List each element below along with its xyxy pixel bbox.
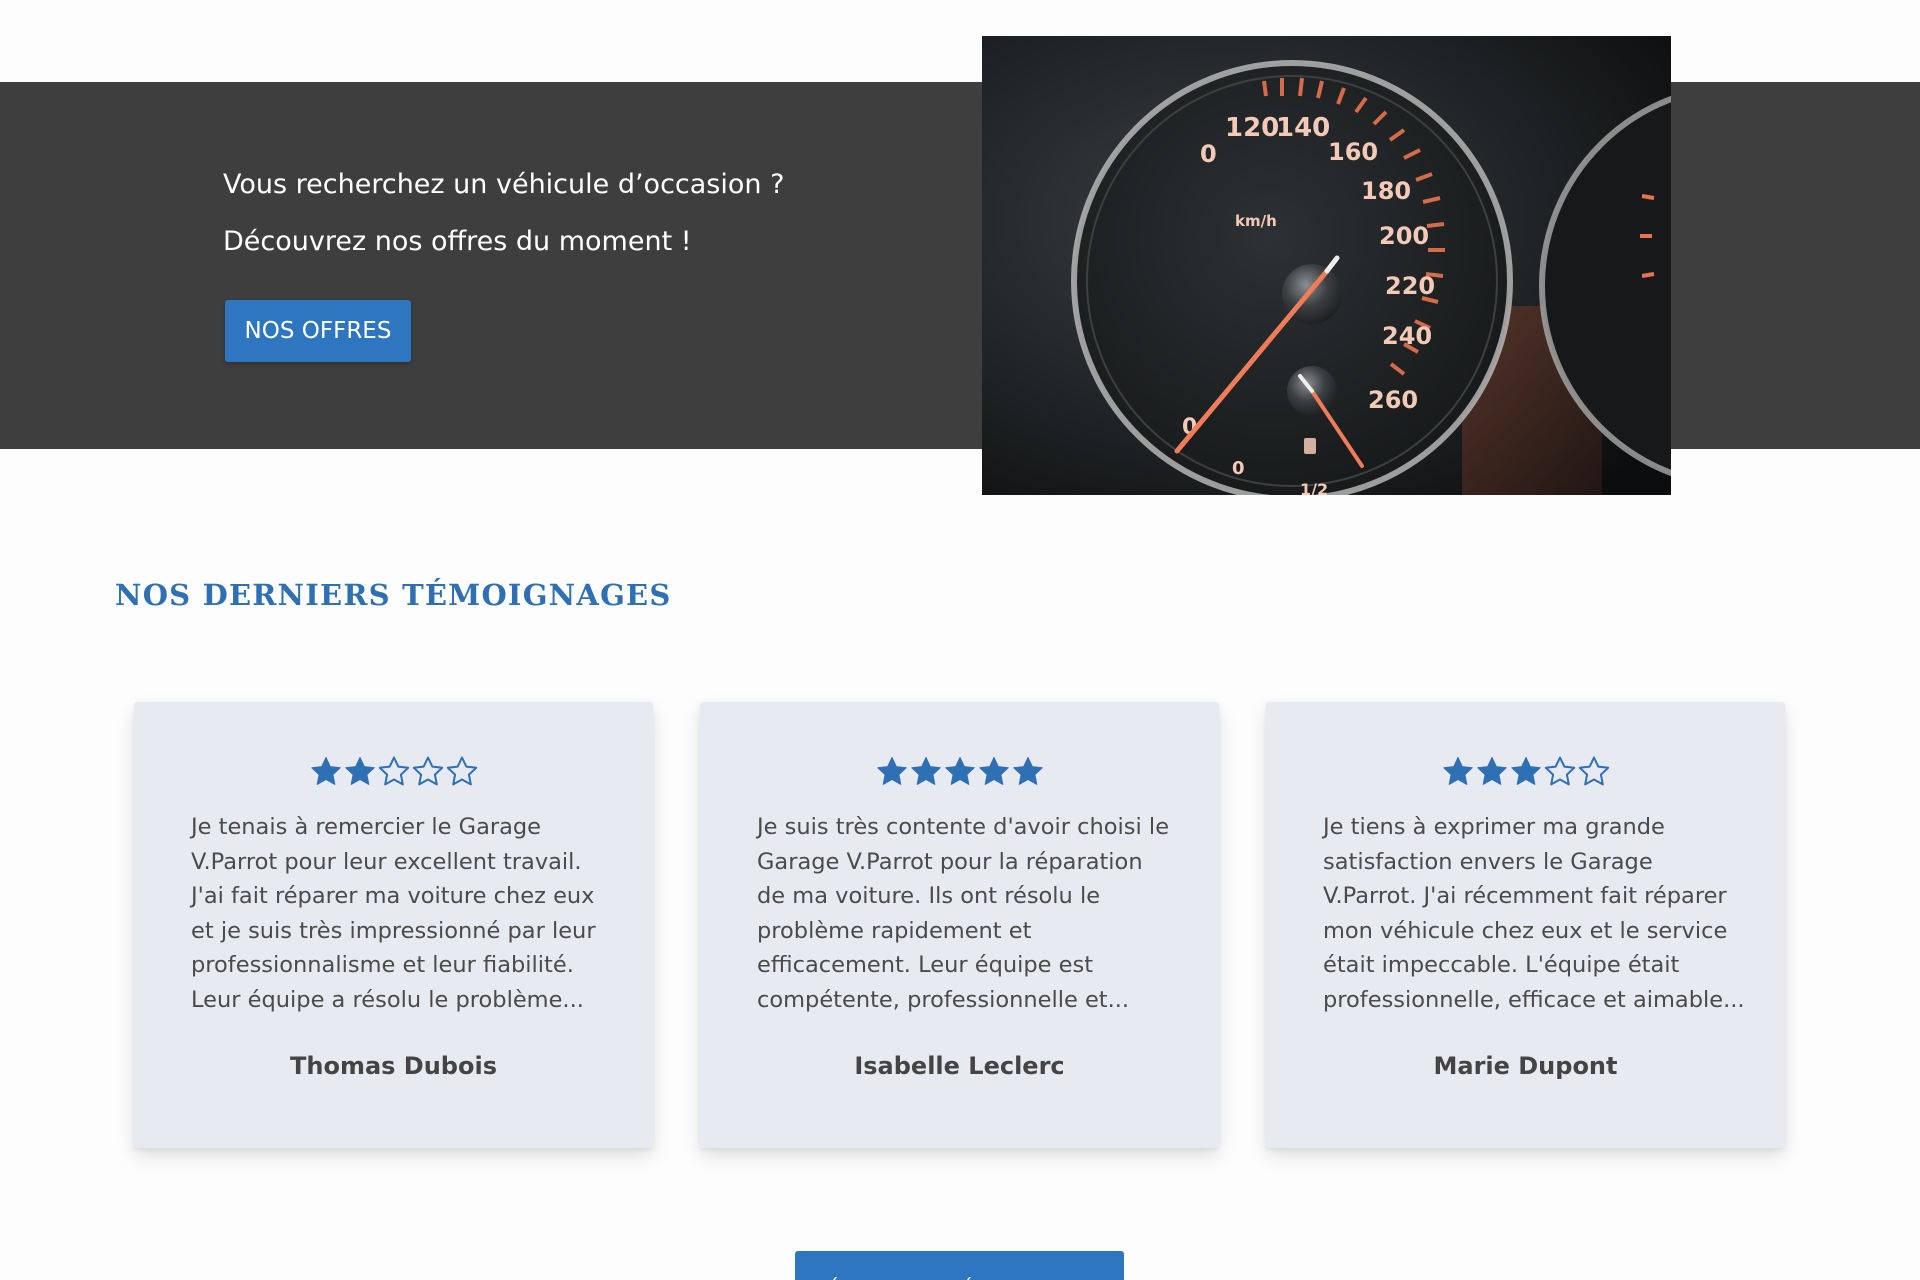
svg-text:220: 220: [1385, 272, 1435, 300]
testimonial-line: mon véhicule chez eux et le service: [1323, 917, 1728, 944]
star-filled-icon: [909, 755, 943, 789]
testimonial-card: Je tiens à exprimer ma grande satisfacti…: [1266, 702, 1785, 1148]
testimonial-line: était impeccable. L'équipe était: [1323, 952, 1680, 978]
testimonial-line: Je tiens à exprimer ma grande: [1323, 814, 1665, 840]
svg-text:160: 160: [1328, 138, 1378, 166]
star-rating: [700, 755, 1219, 789]
svg-text:200: 200: [1379, 222, 1429, 250]
star-filled-icon: [1441, 755, 1475, 789]
testimonial-text: Je tenais à remercier le Garage V.Parrot…: [191, 810, 611, 1017]
testimonial-line: professionnalisme et leur fiabilité.: [191, 952, 574, 978]
hero-tagline: Découvrez nos offres du moment !: [223, 226, 692, 257]
star-empty-icon: [1543, 755, 1577, 789]
testimonial-author: Thomas Dubois: [290, 1052, 497, 1080]
testimonial-author: Isabelle Leclerc: [854, 1052, 1065, 1080]
write-testimonial-button[interactable]: ÉCRIRE UN TÉMOIGNAGE: [795, 1251, 1124, 1280]
testimonial-line: compétente, professionnelle et...: [757, 986, 1130, 1013]
testimonial-line: efficacement. Leur équipe est: [757, 952, 1094, 978]
offers-button[interactable]: NOS OFFRES: [225, 300, 411, 362]
testimonial-line: de ma voiture. Ils ont résolu le: [757, 883, 1101, 909]
star-filled-icon: [977, 755, 1011, 789]
star-filled-icon: [1475, 755, 1509, 789]
star-empty-icon: [377, 755, 411, 789]
hero-question: Vous recherchez un véhicule d’occasion ?: [223, 169, 785, 200]
testimonial-line: professionnelle, efficace et aimable...: [1323, 986, 1745, 1013]
star-filled-icon: [943, 755, 977, 789]
testimonial-line: V.Parrot. J'ai récemment fait réparer: [1323, 883, 1727, 909]
star-filled-icon: [343, 755, 377, 789]
svg-text:140: 140: [1276, 113, 1330, 143]
star-empty-icon: [445, 755, 479, 789]
svg-text:240: 240: [1382, 322, 1432, 350]
svg-text:0: 0: [1200, 140, 1217, 168]
testimonial-line: Garage V.Parrot pour la réparation: [757, 848, 1143, 875]
svg-text:260: 260: [1368, 386, 1418, 414]
svg-text:1/2: 1/2: [1300, 480, 1328, 495]
star-empty-icon: [1577, 755, 1611, 789]
testimonial-line: Je tenais à remercier le Garage: [191, 814, 542, 840]
star-empty-icon: [411, 755, 445, 789]
star-filled-icon: [1509, 755, 1543, 789]
testimonial-author: Marie Dupont: [1433, 1052, 1618, 1080]
testimonial-line: problème rapidement et: [757, 917, 1032, 944]
star-rating: [134, 755, 653, 789]
svg-text:120: 120: [1225, 113, 1279, 143]
star-rating: [1266, 755, 1785, 789]
testimonial-line: satisfaction envers le Garage: [1323, 848, 1653, 875]
testimonial-line: J'ai fait réparer ma voiture chez eux: [191, 883, 595, 909]
star-filled-icon: [1011, 755, 1045, 789]
testimonial-text: Je tiens à exprimer ma grande satisfacti…: [1323, 810, 1745, 1017]
testimonial-line: et je suis très impressionné par leur: [191, 917, 596, 944]
testimonial-text: Je suis très contente d'avoir choisi le …: [757, 810, 1177, 1017]
star-filled-icon: [875, 755, 909, 789]
testimonials-title: NOS DERNIERS TÉMOIGNAGES: [115, 578, 672, 612]
testimonial-line: Leur équipe a résolu le problème...: [191, 986, 584, 1013]
svg-text:km/h: km/h: [1235, 212, 1277, 230]
page: Vous recherchez un véhicule d’occasion ?…: [0, 0, 1920, 1280]
testimonial-card: Je suis très contente d'avoir choisi le …: [700, 702, 1219, 1148]
testimonial-card: Je tenais à remercier le Garage V.Parrot…: [134, 702, 653, 1148]
svg-text:0: 0: [1232, 458, 1245, 479]
svg-text:180: 180: [1361, 177, 1411, 205]
star-filled-icon: [309, 755, 343, 789]
testimonial-line: Je suis très contente d'avoir choisi le: [757, 814, 1170, 840]
testimonial-line: V.Parrot pour leur excellent travail.: [191, 848, 582, 875]
speedometer-image: 120 140 160 180 200 220 240 260 0 km/h 0…: [982, 36, 1671, 495]
